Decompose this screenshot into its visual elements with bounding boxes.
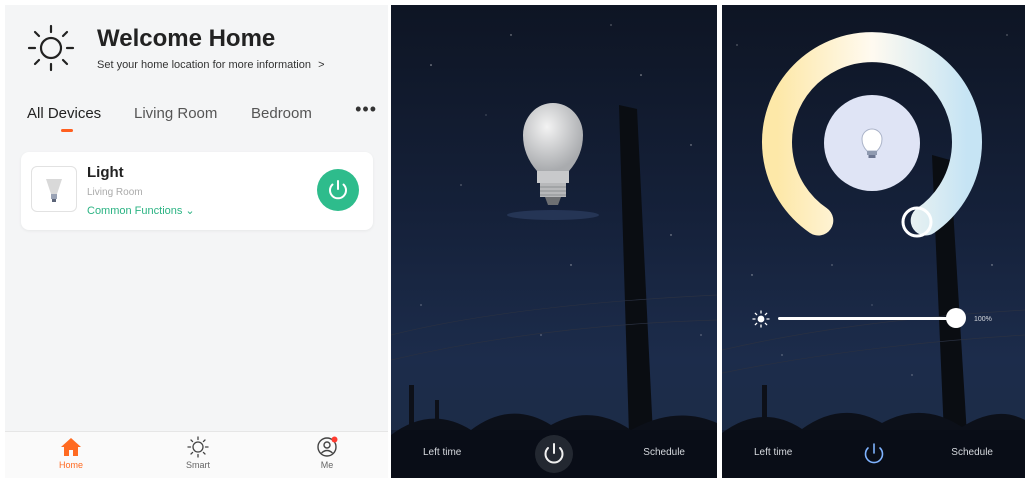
device-room: Living Room xyxy=(87,187,143,198)
tab-home[interactable]: Home xyxy=(41,436,101,476)
tab-smart[interactable]: Smart xyxy=(168,436,228,476)
night-background xyxy=(391,24,717,478)
power-icon xyxy=(535,435,573,473)
brightness-value: 100% xyxy=(974,316,992,323)
brightness-slider-knob[interactable] xyxy=(946,308,966,328)
bulb-display xyxy=(824,95,920,191)
room-tabs: All Devices Living Room Bedroom ••• xyxy=(27,99,377,145)
page-title: Welcome Home xyxy=(97,25,276,52)
sun-icon xyxy=(187,436,209,458)
tab-me[interactable]: Me xyxy=(297,436,357,476)
device-card[interactable]: Light Living Room Common Functions ⌄ xyxy=(21,152,373,230)
tab-all-devices[interactable]: All Devices xyxy=(27,105,101,122)
schedule-button[interactable]: Schedule xyxy=(951,447,993,458)
location-link[interactable]: Set your home location for more informat… xyxy=(97,59,325,71)
power-icon xyxy=(864,443,883,464)
power-toggle[interactable] xyxy=(854,434,894,474)
more-icon[interactable]: ••• xyxy=(355,99,377,120)
common-functions-link[interactable]: Common Functions ⌄ xyxy=(87,204,195,217)
brightness-slider-track[interactable] xyxy=(778,317,956,320)
left-time-button[interactable]: Left time xyxy=(423,447,461,458)
device-name: Light xyxy=(87,164,124,181)
light-control-screen: Left time Schedule xyxy=(391,5,717,478)
bulb-icon xyxy=(861,128,883,158)
bulb-icon xyxy=(507,103,599,220)
schedule-button[interactable]: Schedule xyxy=(643,447,685,458)
power-button[interactable] xyxy=(317,169,359,211)
bottom-tab-bar: Home Smart Me xyxy=(5,431,388,478)
left-time-button[interactable]: Left time xyxy=(754,447,792,458)
bulb-icon xyxy=(46,179,62,202)
control-bar: Left time Schedule xyxy=(391,430,717,478)
tab-me-label: Me xyxy=(320,460,334,470)
home-header: Welcome Home Set your home location for … xyxy=(25,17,365,77)
location-link-text: Set your home location for more informat… xyxy=(97,59,311,71)
profile-icon xyxy=(317,436,338,457)
power-icon xyxy=(329,180,347,200)
tab-smart-label: Smart xyxy=(185,460,210,470)
color-temperature-screen: 100% Left time Schedule xyxy=(722,5,1025,478)
weather-sun-icon xyxy=(27,24,75,72)
tab-bedroom[interactable]: Bedroom xyxy=(251,105,312,122)
chevron-right-icon: > xyxy=(318,59,325,71)
home-screen: Welcome Home Set your home location for … xyxy=(5,5,388,478)
home-icon xyxy=(61,438,81,456)
device-thumbnail xyxy=(31,166,77,212)
tab-living-room[interactable]: Living Room xyxy=(134,105,217,122)
active-tab-indicator xyxy=(61,129,73,132)
control-bar: Left time Schedule xyxy=(722,430,1025,478)
brightness-icon xyxy=(752,310,770,328)
power-toggle[interactable] xyxy=(534,434,574,474)
tab-home-label: Home xyxy=(58,460,83,470)
